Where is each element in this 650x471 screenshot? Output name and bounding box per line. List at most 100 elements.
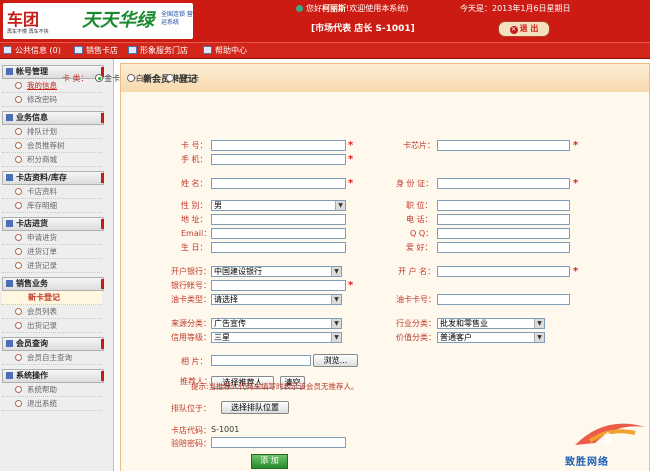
account-name-field[interactable] xyxy=(437,266,570,277)
bullet-icon xyxy=(15,262,22,269)
welcome-prefix: 您好 xyxy=(306,4,322,13)
position-field[interactable] xyxy=(437,200,570,211)
sidebar-item-system-help[interactable]: 系统帮助 xyxy=(2,383,102,397)
section-marker xyxy=(101,279,104,289)
bullet-icon xyxy=(15,82,22,89)
sidebar-section-member-query[interactable]: 会员查询 xyxy=(2,337,104,351)
id-card-field[interactable] xyxy=(437,178,570,189)
item-label: 库存明细 xyxy=(27,201,57,210)
card-type-label: 卡 类： xyxy=(62,74,89,83)
card-type-group: 卡 类： 金卡 白金卡 钻石卡 xyxy=(62,73,199,84)
queue-label: 排队位于： xyxy=(171,404,211,413)
email-field[interactable] xyxy=(211,228,346,239)
menu-public-info[interactable]: 公共信息 (0) xyxy=(3,44,61,57)
chevron-down-icon: ▼ xyxy=(534,333,544,342)
sidebar-item-points-mall[interactable]: 积分商城 xyxy=(2,153,102,167)
sidebar-section-shop-inventory[interactable]: 卡店资料/库存 xyxy=(2,171,104,185)
chevron-down-icon: ▼ xyxy=(534,319,544,328)
hobby-field[interactable] xyxy=(437,242,570,253)
section-marker xyxy=(101,219,104,229)
option-label: 金卡 xyxy=(104,74,121,83)
menu-help-center[interactable]: 帮助中心 xyxy=(203,44,247,57)
oil-card-label: 油卡卡号： xyxy=(396,295,436,304)
credit-label: 信用等级： xyxy=(171,333,211,342)
radio-gold-card[interactable] xyxy=(95,74,104,82)
value-class-label: 价值分类： xyxy=(396,333,436,342)
bullet-icon xyxy=(15,188,22,195)
chevron-down-icon: ▼ xyxy=(331,267,341,276)
chip-label: 卡芯片： xyxy=(403,141,435,150)
sidebar-item-member-list[interactable]: 会员列表 xyxy=(2,305,102,319)
mobile-field[interactable] xyxy=(211,154,346,165)
radio-diamond-card[interactable] xyxy=(166,74,175,82)
source-select[interactable]: 广告宣传 ▼ xyxy=(211,318,342,329)
item-label: 系统帮助 xyxy=(27,385,57,394)
bank-label: 开户银行： xyxy=(171,267,211,276)
logo-slogan: 天天华绿 xyxy=(82,10,154,31)
bullet-icon xyxy=(15,322,22,329)
chip-field[interactable] xyxy=(437,140,570,151)
birthday-field[interactable] xyxy=(211,242,346,253)
sidebar-item-shipment-records[interactable]: 出货记录 xyxy=(2,319,102,333)
bank-select[interactable]: 中国建设银行 ▼ xyxy=(211,266,342,277)
user-icon xyxy=(296,5,303,12)
add-button[interactable]: 添 加 xyxy=(251,454,288,469)
menu-sales-card-shop[interactable]: 销售卡店 xyxy=(74,44,118,57)
logout-button[interactable]: ✕ 退 出 xyxy=(498,21,550,37)
bank-account-field[interactable] xyxy=(211,280,346,291)
bank-value: 中国建设银行 xyxy=(214,267,262,276)
section-marker xyxy=(101,173,104,183)
card-category-label: 油卡类型： xyxy=(171,295,211,304)
industry-value: 批发和零售业 xyxy=(440,319,488,328)
oil-card-field[interactable] xyxy=(437,294,570,305)
sidebar-item-shop-info[interactable]: 卡店资料 xyxy=(2,185,102,199)
sidebar-section-system[interactable]: 系统操作 xyxy=(2,369,104,383)
address-field[interactable] xyxy=(211,214,346,225)
qq-label: Q Q： xyxy=(410,229,434,238)
photo-path-field[interactable] xyxy=(211,355,311,366)
required-mark: * xyxy=(348,154,354,165)
sidebar-section-purchase[interactable]: 卡店进货 xyxy=(2,217,104,231)
option-label: 白金卡 xyxy=(135,74,160,83)
phone-field[interactable] xyxy=(437,214,570,225)
chevron-down-icon: ▼ xyxy=(335,201,345,210)
item-label: 积分商城 xyxy=(27,155,57,164)
sidebar-item-apply-purchase[interactable]: 申请进货 xyxy=(2,231,102,245)
choose-queue-button[interactable]: 选择排队位置 xyxy=(221,401,289,414)
section-marker xyxy=(101,371,104,381)
item-label: 会员自主查询 xyxy=(27,353,72,362)
radio-platinum-card[interactable] xyxy=(126,74,135,82)
value-class-select[interactable]: 普通客户 ▼ xyxy=(437,332,545,343)
browse-button[interactable]: 浏览... xyxy=(313,354,358,367)
sidebar-item-exit-system[interactable]: 退出系统 xyxy=(2,397,102,411)
verify-password-field[interactable] xyxy=(211,437,346,448)
phone-label: 电 话： xyxy=(406,215,433,224)
sidebar-section-sales[interactable]: 销售业务 xyxy=(2,277,104,291)
gender-label: 性 别： xyxy=(181,201,208,210)
sidebar-item-stock-detail[interactable]: 库存明细 xyxy=(2,199,102,213)
sidebar-item-change-password[interactable]: 修改密码 xyxy=(2,93,102,107)
sidebar-item-purchase-records[interactable]: 进货记录 xyxy=(2,259,102,273)
gender-select[interactable]: 男 ▼ xyxy=(211,200,346,211)
industry-select[interactable]: 批发和零售业 ▼ xyxy=(437,318,545,329)
name-field[interactable] xyxy=(211,178,346,189)
sidebar-item-purchase-orders[interactable]: 进货订单 xyxy=(2,245,102,259)
qq-field[interactable] xyxy=(437,228,570,239)
card-no-label: 卡 号： xyxy=(181,141,208,150)
card-no-field[interactable] xyxy=(211,140,346,151)
sidebar-item-member-self-query[interactable]: 会员自主查询 xyxy=(2,351,102,365)
menu-image-store[interactable]: 形象服务门店 xyxy=(128,44,188,57)
sidebar-item-queue-plan[interactable]: 排队计划 xyxy=(2,125,102,139)
sidebar-item-new-card[interactable]: 新卡登记 xyxy=(2,291,102,305)
logo-brand: 车团 xyxy=(7,10,40,29)
required-mark: * xyxy=(573,178,579,189)
watermark-logo-icon: $ xyxy=(575,423,645,447)
section-marker xyxy=(101,113,104,123)
logo-subtitle: 全国连锁 营运系统 xyxy=(161,11,193,26)
sidebar-item-referral-tree[interactable]: 会员推荐树 xyxy=(2,139,102,153)
sidebar-section-business[interactable]: 业务信息 xyxy=(2,111,104,125)
credit-select[interactable]: 三星 ▼ xyxy=(211,332,342,343)
account-name-label: 开 户 名： xyxy=(398,267,436,276)
card-category-select[interactable]: 请选择 ▼ xyxy=(211,294,342,305)
item-label: 进货订单 xyxy=(27,247,57,256)
